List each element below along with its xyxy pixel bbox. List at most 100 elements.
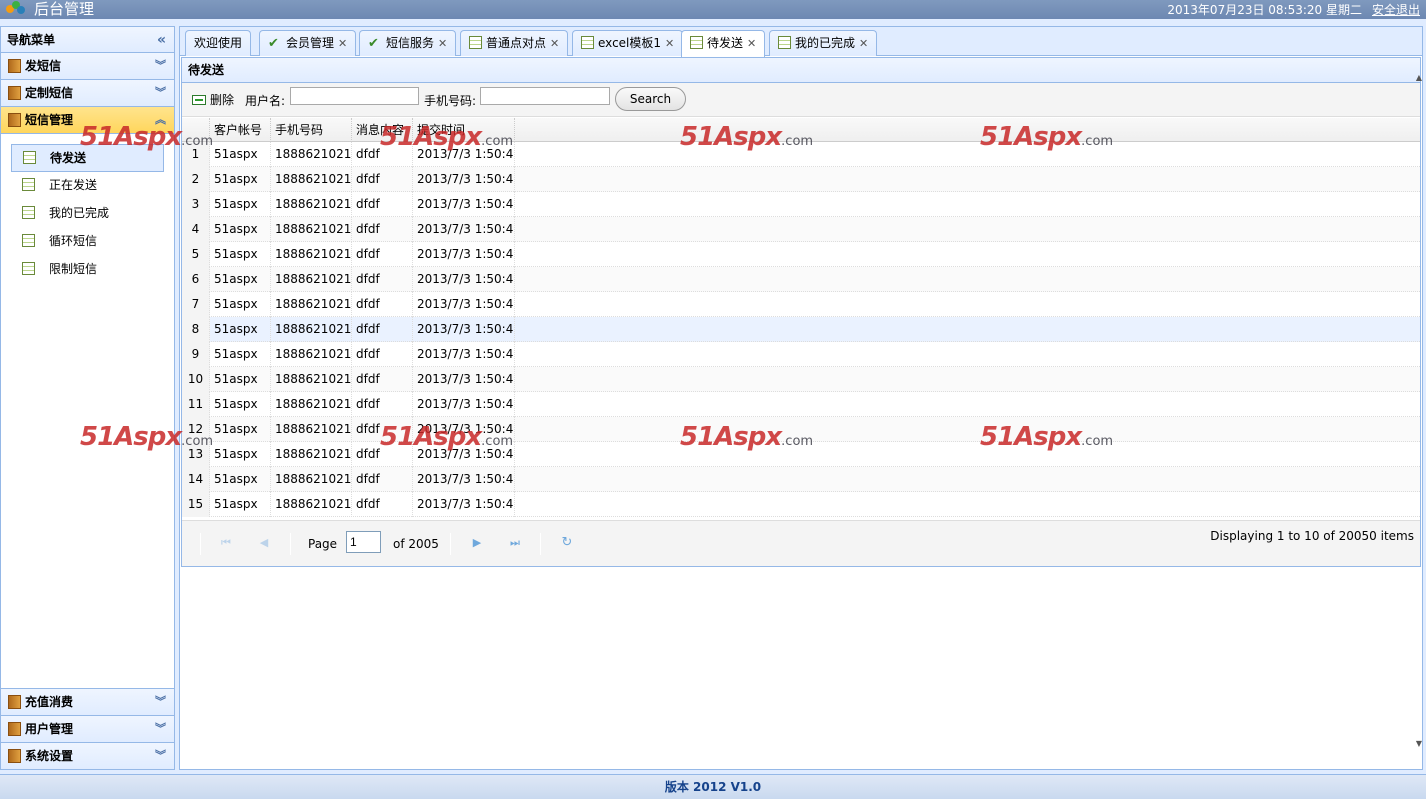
delete-label: 删除 (210, 93, 235, 107)
sidebar-item-pending[interactable]: 待发送 (11, 144, 164, 172)
grid-panel: 待发送 删除 用户名: 手机号码: Search 客户帐号 手机号码 消息内容 … (181, 57, 1421, 567)
sidebar-item-recurring[interactable]: 循环短信 (11, 228, 164, 256)
sidebar-item-completed[interactable]: 我的已完成 (11, 200, 164, 228)
cell-account: 51aspx (210, 142, 271, 167)
cell-phone: 18886210215 (271, 292, 352, 317)
cell-phone: 18886210215 (271, 217, 352, 242)
cell-phone: 18886210215 (271, 467, 352, 492)
nav-section-sms-management[interactable]: 短信管理 ︽ (1, 107, 174, 134)
column-header-phone[interactable]: 手机号码 (271, 118, 352, 142)
close-icon[interactable]: ✕ (665, 37, 674, 50)
row-number: 15 (182, 492, 210, 517)
tab-label: 会员管理 (286, 36, 335, 50)
table-row[interactable]: 13 51aspx 18886210215 dfdf 2013/7/3 1:50:40 (182, 442, 1420, 467)
last-page-icon[interactable]: ⏭ (506, 535, 524, 551)
tab-pending[interactable]: 待发送 ✕ (681, 30, 766, 57)
cell-message: dfdf (352, 467, 413, 492)
close-icon[interactable]: ✕ (438, 37, 447, 50)
close-icon[interactable]: ✕ (550, 37, 559, 50)
chevron-up-icon: ︽ (155, 113, 166, 126)
cell-time: 2013/7/3 1:50:40 (413, 442, 515, 467)
cell-account: 51aspx (210, 217, 271, 242)
nav-section-label: 系统设置 (25, 749, 74, 763)
cell-phone: 18886210215 (271, 492, 352, 517)
tab-point-to-point[interactable]: 普通点对点 ✕ (460, 30, 569, 56)
column-header-time[interactable]: 提交时间 (413, 118, 515, 142)
logo-icon (6, 1, 30, 17)
tab-completed[interactable]: 我的已完成 ✕ (769, 30, 878, 56)
table-row[interactable]: 15 51aspx 18886210215 dfdf 2013/7/3 1:50:40 (182, 492, 1420, 517)
tab-welcome[interactable]: 欢迎使用 (185, 30, 252, 56)
cell-message: dfdf (352, 217, 413, 242)
tab-members[interactable]: ✔ 会员管理 ✕ (259, 30, 357, 56)
app-title: 后台管理 (34, 0, 95, 18)
tab-label: excel模板1 (598, 36, 662, 50)
sidebar-item-sending[interactable]: 正在发送 (11, 172, 164, 200)
cell-message: dfdf (352, 392, 413, 417)
check-icon: ✔ (268, 36, 279, 51)
logout-link[interactable]: 安全退出 (1372, 1, 1420, 18)
table-row[interactable]: 4 51aspx 18886210215 dfdf 2013/7/3 1:50:40 (182, 217, 1420, 242)
table-row[interactable]: 10 51aspx 18886210215 dfdf 2013/7/3 1:50:40 (182, 367, 1420, 392)
cell-message: dfdf (352, 342, 413, 367)
table-row[interactable]: 1 51aspx 18886210215 dfdf 2013/7/3 1:50:40 (182, 142, 1420, 167)
refresh-icon[interactable]: ↻ (558, 535, 576, 551)
tab-excel-template[interactable]: excel模板1 ✕ (572, 30, 684, 56)
table-row[interactable]: 11 51aspx 18886210215 dfdf 2013/7/3 1:50:40 (182, 392, 1420, 417)
cell-phone: 18886210215 (271, 342, 352, 367)
cell-time: 2013/7/3 1:50:40 (413, 267, 515, 292)
delete-button[interactable]: 删除 (190, 91, 234, 109)
table-icon (23, 151, 36, 164)
nav-section-label: 定制短信 (25, 86, 74, 100)
table-row[interactable]: 9 51aspx 18886210215 dfdf 2013/7/3 1:50:40 (182, 342, 1420, 367)
scroll-down-icon[interactable]: ▼ (1416, 739, 1422, 748)
nav-section-users[interactable]: 用户管理 ︾ (1, 715, 174, 742)
table-row[interactable]: 7 51aspx 18886210215 dfdf 2013/7/3 1:50:40 (182, 292, 1420, 317)
table-row[interactable]: 2 51aspx 18886210215 dfdf 2013/7/3 1:50:40 (182, 167, 1420, 192)
tab-sms-service[interactable]: ✔ 短信服务 ✕ (359, 30, 457, 56)
nav-section-recharge[interactable]: 充值消费 ︾ (1, 688, 174, 715)
cell-phone: 18886210215 (271, 267, 352, 292)
username-input[interactable] (290, 87, 419, 105)
nav-section-label: 发短信 (25, 59, 62, 73)
table-row[interactable]: 6 51aspx 18886210215 dfdf 2013/7/3 1:50:40 (182, 267, 1420, 292)
book-icon (8, 749, 21, 763)
table-row[interactable]: 12 51aspx 18886210215 dfdf 2013/7/3 1:50:40 (182, 417, 1420, 442)
nav-section-settings[interactable]: 系统设置 ︾ (1, 742, 174, 769)
column-header-account[interactable]: 客户帐号 (210, 118, 271, 142)
sidebar-item-restricted[interactable]: 限制短信 (11, 256, 164, 284)
grid-toolbar: 删除 用户名: 手机号码: Search (182, 83, 1420, 117)
next-page-icon[interactable]: ▶ (468, 535, 486, 551)
table-row[interactable]: 8 51aspx 18886210215 dfdf 2013/7/3 1:50:40 (182, 317, 1420, 342)
phone-input[interactable] (480, 87, 610, 105)
row-number: 6 (182, 267, 210, 292)
nav-section-send-sms[interactable]: 发短信 ︾ (1, 53, 174, 80)
close-icon[interactable]: ✕ (859, 37, 868, 50)
nav-bottom-sections: 充值消费 ︾ 用户管理 ︾ 系统设置 ︾ (1, 688, 174, 769)
tab-bar: 欢迎使用 ✔ 会员管理 ✕ ✔ 短信服务 ✕ 普通点对点 ✕ excel模板1 ✕ 待发送 ✕… (180, 27, 1422, 57)
nav-section-custom-sms[interactable]: 定制短信 ︾ (1, 80, 174, 107)
table-icon (469, 36, 482, 49)
row-number: 4 (182, 217, 210, 242)
cell-account: 51aspx (210, 492, 271, 517)
cell-message: dfdf (352, 442, 413, 467)
book-icon (8, 59, 21, 73)
cell-message: dfdf (352, 267, 413, 292)
close-icon[interactable]: ✕ (747, 37, 756, 50)
close-icon[interactable]: ✕ (338, 37, 347, 50)
search-button[interactable]: Search (615, 87, 686, 111)
scroll-up-icon[interactable]: ▲ (1416, 73, 1422, 82)
collapse-nav-icon[interactable]: « (157, 27, 166, 53)
prev-page-icon[interactable]: ◀ (255, 535, 273, 551)
first-page-icon[interactable]: ⏮ (217, 535, 235, 551)
column-header-message[interactable]: 消息内容 (352, 118, 413, 142)
nav-section-label: 短信管理 (25, 113, 74, 127)
table-row[interactable]: 14 51aspx 18886210215 dfdf 2013/7/3 1:50:40 (182, 467, 1420, 492)
cell-time: 2013/7/3 1:50:40 (413, 142, 515, 167)
page-number-input[interactable] (346, 531, 381, 553)
table-row[interactable]: 5 51aspx 18886210215 dfdf 2013/7/3 1:50:40 (182, 242, 1420, 267)
nav-section-body: 待发送 正在发送 我的已完成 循环短信 限制短信 (1, 134, 174, 699)
row-number: 11 (182, 392, 210, 417)
table-row[interactable]: 3 51aspx 18886210215 dfdf 2013/7/3 1:50:40 (182, 192, 1420, 217)
grid-body: 1 51aspx 18886210215 dfdf 2013/7/3 1:50:40 2 5… (182, 142, 1420, 517)
